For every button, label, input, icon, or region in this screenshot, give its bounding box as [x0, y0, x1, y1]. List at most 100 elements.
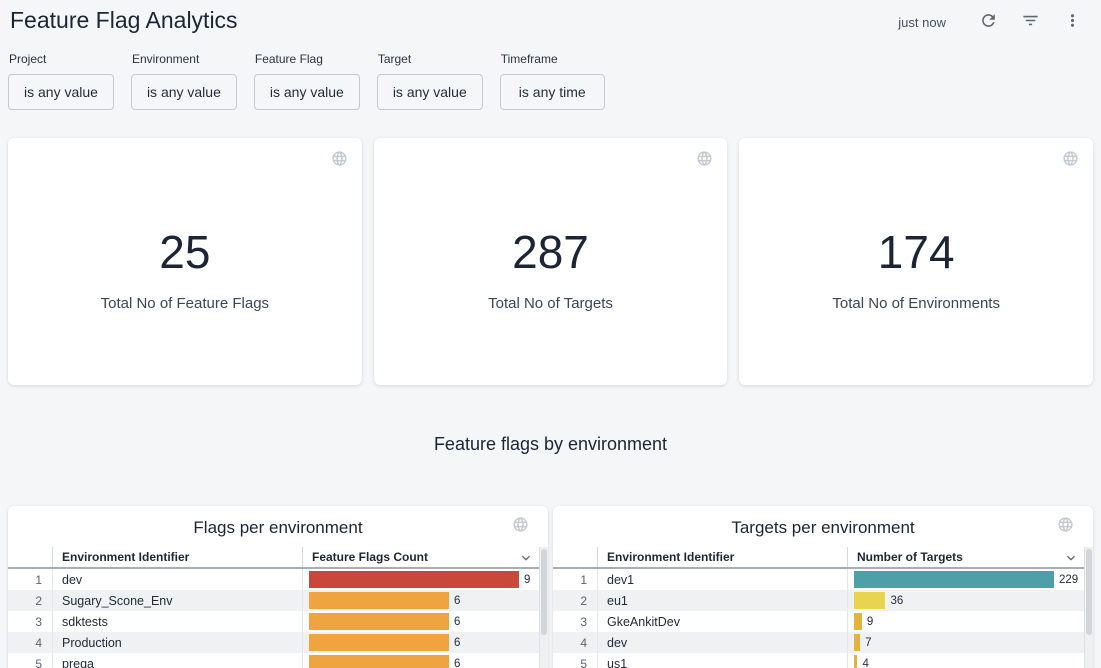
table-row[interactable]: 5us1 4	[553, 653, 1093, 668]
globe-icon[interactable]	[1057, 516, 1074, 538]
environment-cell[interactable]: eu1	[597, 590, 847, 611]
table-row[interactable]: 2Sugary_Scone_Env 6	[8, 590, 548, 611]
section-title: Feature flags by environment	[0, 434, 1101, 455]
measure-bar-cell[interactable]: 7	[847, 632, 1093, 653]
globe-icon[interactable]	[1062, 150, 1079, 172]
filter-chip: Targetis any value	[377, 53, 483, 110]
filter-value-button[interactable]: is any value	[8, 74, 114, 110]
environment-cell[interactable]: us1	[597, 653, 847, 668]
kpi-value: 25	[159, 228, 210, 276]
measure-bar-cell[interactable]: 4	[847, 653, 1093, 668]
kpi-label: Total No of Feature Flags	[101, 295, 269, 312]
value-bar[interactable]	[854, 655, 857, 668]
environment-cell[interactable]: dev	[52, 569, 302, 590]
environment-cell[interactable]: Production	[52, 632, 302, 653]
last-refreshed-label: just now	[898, 15, 946, 30]
measure-bar-cell[interactable]: 6	[302, 611, 548, 632]
table-row[interactable]: 2eu136	[553, 590, 1093, 611]
column-header-environment[interactable]: Environment Identifier	[597, 547, 847, 567]
measure-bar-cell[interactable]: 36	[847, 590, 1093, 611]
table-row[interactable]: 4Production6	[8, 632, 548, 653]
value-label: 6	[454, 658, 460, 668]
filter-bar: Project is any value Environment is any val…	[0, 36, 1101, 110]
table-title: Targets per environment	[553, 506, 1093, 547]
kpi-tile: 174Total No of Environments	[739, 138, 1093, 385]
globe-icon[interactable]	[331, 150, 348, 172]
filter-value-button[interactable]: is any value	[131, 74, 237, 110]
kpi-tile: 25 Total No of Feature Flags	[8, 138, 362, 385]
column-header-measure[interactable]: Feature Flags Count	[302, 547, 539, 567]
measure-bar-cell[interactable]: 229	[847, 569, 1093, 590]
table-tile: Flags per environmentEnvironment Identif…	[8, 506, 548, 668]
table-scrollbar[interactable]	[539, 547, 548, 668]
value-bar[interactable]	[854, 592, 885, 609]
value-bar[interactable]	[309, 571, 519, 588]
row-number-cell: 5	[553, 653, 597, 668]
row-number-cell: 2	[8, 590, 52, 611]
measure-bar-cell[interactable]: 9	[847, 611, 1093, 632]
table-scrollbar[interactable]	[1084, 547, 1093, 668]
measure-bar-cell[interactable]: 6	[302, 632, 548, 653]
filter-value-button[interactable]: is any value	[377, 74, 483, 110]
value-bar[interactable]	[854, 613, 862, 630]
measure-bar-cell[interactable]: 6	[302, 653, 548, 668]
filter-chip: Timeframe is any time	[500, 53, 605, 110]
value-bar[interactable]	[309, 655, 449, 668]
refresh-button[interactable]	[976, 10, 1000, 34]
row-number-cell: 5	[8, 653, 52, 668]
value-label: 9	[867, 616, 873, 628]
table-row[interactable]: 3sdktests6	[8, 611, 548, 632]
dashboard-filters-button[interactable]	[1018, 10, 1042, 34]
value-label: 6	[454, 595, 460, 607]
filter-label: Timeframe	[501, 53, 605, 66]
table-body: 1dev12292eu1363GkeAnkitDev94dev75us14	[553, 569, 1093, 668]
table-body: 1dev92Sugary_Scone_Env63sdktests64Produc…	[8, 569, 548, 668]
environment-cell[interactable]: GkeAnkitDev	[597, 611, 847, 632]
environment-cell[interactable]: Sugary_Scone_Env	[52, 590, 302, 611]
dashboard-page: Feature Flag Analytics just now Project i…	[0, 0, 1101, 668]
environment-cell[interactable]: preqa	[52, 653, 302, 668]
environment-cell[interactable]: dev1	[597, 569, 847, 590]
row-number-cell: 1	[8, 569, 52, 590]
filter-value-button[interactable]: is any value	[254, 74, 360, 110]
value-bar[interactable]	[309, 634, 449, 651]
row-number-column-header	[553, 547, 597, 567]
environment-cell[interactable]: sdktests	[52, 611, 302, 632]
page-title: Feature Flag Analytics	[10, 5, 238, 36]
value-label: 7	[865, 637, 871, 649]
filter-icon	[1021, 11, 1040, 33]
table-row[interactable]: 5preqa 6	[8, 653, 548, 668]
more-options-button[interactable]	[1060, 10, 1084, 34]
chevron-down-icon[interactable]	[518, 550, 534, 569]
filter-label: Project	[9, 53, 114, 66]
value-label: 4	[862, 658, 868, 668]
measure-bar-cell[interactable]: 9	[302, 569, 548, 590]
kpi-row: 25 Total No of Feature Flags 287 Total No o…	[8, 138, 1093, 385]
value-label: 6	[454, 616, 460, 628]
table-row[interactable]: 4dev7	[553, 632, 1093, 653]
value-label: 36	[890, 595, 903, 607]
scrollbar-thumb[interactable]	[541, 549, 547, 635]
column-header-measure[interactable]: Number of Targets	[847, 547, 1084, 567]
value-bar[interactable]	[854, 571, 1054, 588]
table-row[interactable]: 1dev1229	[553, 569, 1093, 590]
table-row[interactable]: 3GkeAnkitDev9	[553, 611, 1093, 632]
globe-icon[interactable]	[512, 516, 529, 538]
tables-row: Flags per environmentEnvironment Identif…	[8, 506, 1093, 668]
filter-label: Environment	[132, 53, 237, 66]
column-header-environment[interactable]: Environment Identifier	[52, 547, 302, 567]
filter-value-button[interactable]: is any time	[500, 74, 605, 110]
table-header-row: Environment IdentifierFeature Flags Coun…	[8, 547, 539, 569]
row-number-cell: 4	[8, 632, 52, 653]
environment-cell[interactable]: dev	[597, 632, 847, 653]
table-header-row: Environment IdentifierNumber of Targets	[553, 547, 1084, 569]
value-bar[interactable]	[309, 592, 449, 609]
scrollbar-thumb[interactable]	[1086, 549, 1092, 635]
value-bar[interactable]	[854, 634, 860, 651]
chevron-down-icon[interactable]	[1063, 550, 1079, 569]
kpi-value: 287	[512, 228, 589, 276]
table-row[interactable]: 1dev9	[8, 569, 548, 590]
value-bar[interactable]	[309, 613, 449, 630]
measure-bar-cell[interactable]: 6	[302, 590, 548, 611]
globe-icon[interactable]	[696, 150, 713, 172]
